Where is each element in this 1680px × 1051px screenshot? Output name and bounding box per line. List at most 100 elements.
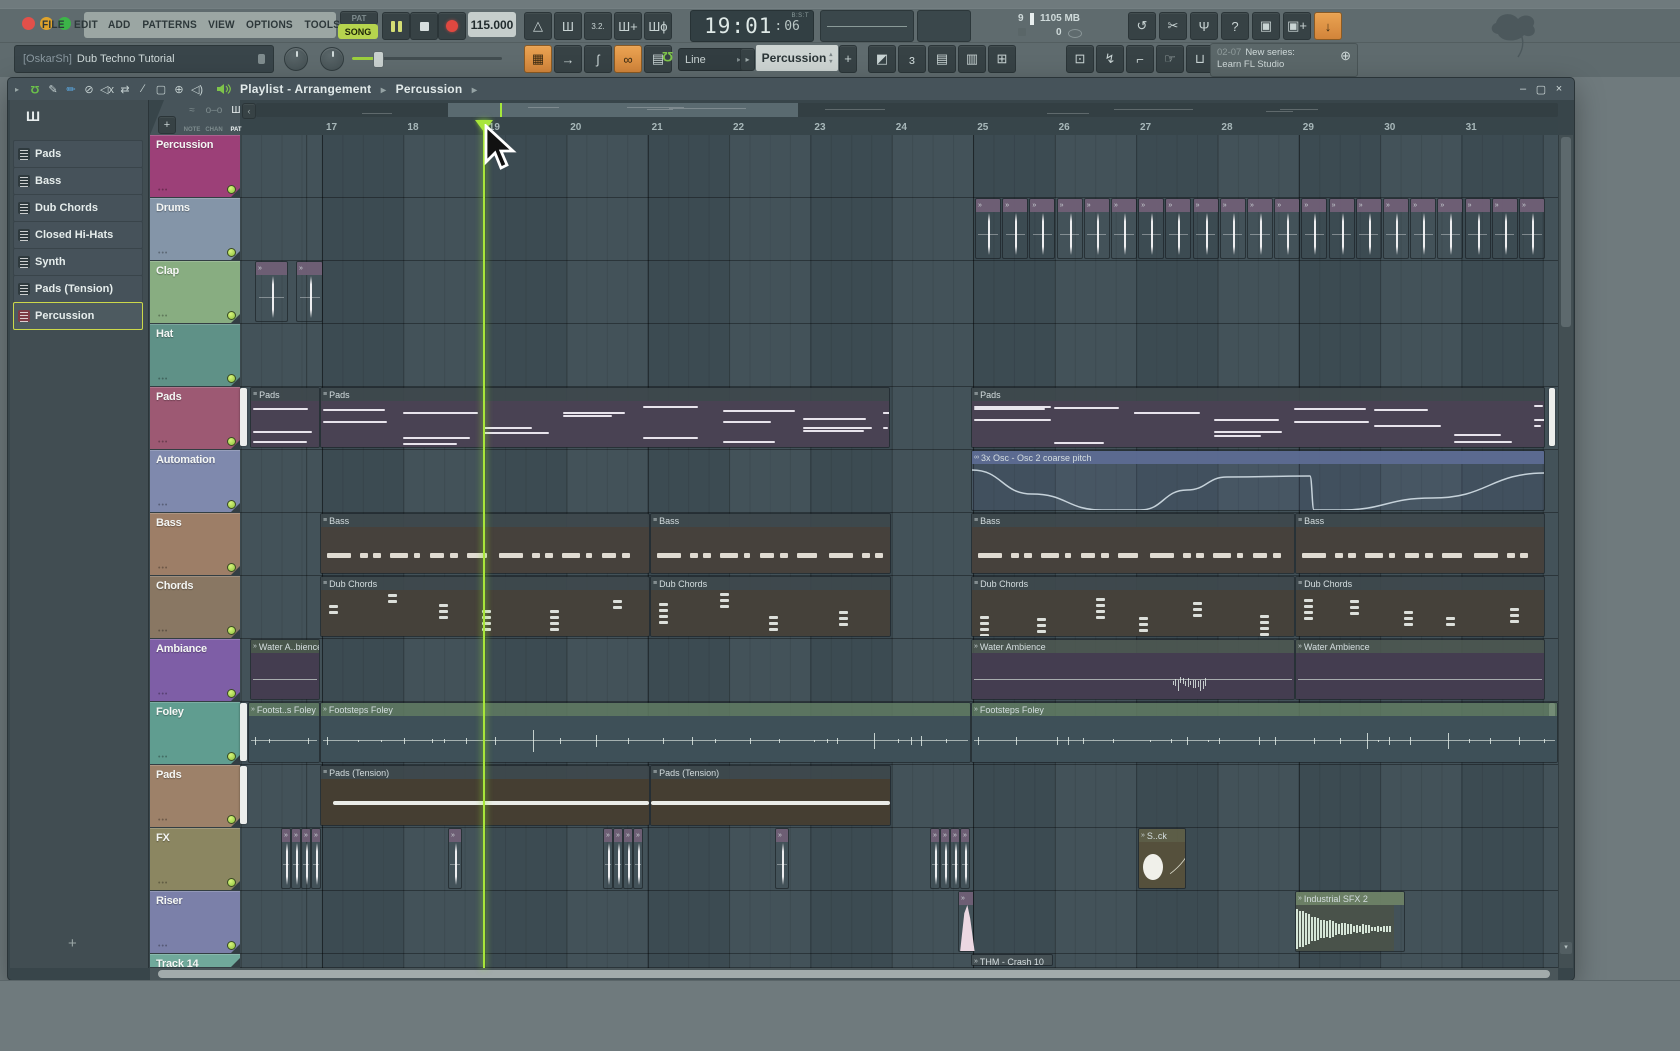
audio-clip[interactable]: » [296,261,323,322]
slice-icon[interactable]: ∕ [134,83,152,96]
retrospective-record-button[interactable]: Шϕ [644,12,672,40]
metronome-button[interactable]: △ [524,12,552,40]
audio-clip[interactable]: »Water Ambience [971,639,1295,700]
playlist-magnet-icon[interactable]: Ω [26,83,44,95]
pattern-clip[interactable]: ≡Bass [650,513,891,574]
menu-item-patterns[interactable]: PATTERNS [142,19,197,31]
pattern-selector[interactable]: Percussion ▴▾ [756,45,838,71]
pattern-list-item[interactable]: Percussion [13,302,143,330]
track-led[interactable] [227,941,236,950]
audio-clip[interactable]: » [1465,198,1491,259]
pattern-list-item[interactable]: Bass [13,167,143,195]
audio-clip[interactable]: » [1437,198,1463,259]
track-row-hat[interactable] [240,324,1558,387]
mixer-button[interactable]: ▥ [958,45,986,73]
audio-clip[interactable]: » [1029,198,1055,259]
pattern-clip[interactable]: ≡Pads [250,387,320,448]
wait-for-input-button[interactable]: Ш [554,12,582,40]
audio-clip[interactable]: » [1301,198,1327,259]
audio-clip[interactable]: » [623,828,633,889]
audio-clip[interactable]: »Industrial SFX 2 [1295,891,1405,952]
track-row-clap[interactable]: »» [240,261,1558,324]
step-sequencer-button[interactable]: ▦ [524,45,552,73]
audio-clip[interactable]: » [1002,198,1028,259]
audio-clip[interactable]: » [1111,198,1137,259]
audio-clip[interactable]: » [448,828,462,889]
tab-chan[interactable]: o–oCHAN [204,102,224,133]
track-row-pads[interactable]: ≡Pads≡Pads≡Pads [240,387,1558,450]
track-led[interactable] [227,815,236,824]
pattern-clip[interactable]: ≡Dub Chords [971,576,1295,637]
picker-piano-icon[interactable]: Ш [26,108,40,124]
audio-clip[interactable]: »Footst..s Foley [248,702,320,763]
track-led[interactable] [227,500,236,509]
pattern-clip[interactable]: ≡Pads (Tension) [320,765,650,826]
track-led[interactable] [227,437,236,446]
record-button[interactable] [438,12,466,40]
playlist-grid[interactable]: »»»»»»»»»»»»»»»»»»»»»»»≡Pads≡Pads≡Pads∞3… [240,135,1558,968]
add-view-button[interactable]: + [158,116,176,134]
pat-mode-button[interactable]: PAT [340,11,378,25]
track-led[interactable] [227,752,236,761]
shuffle-slider[interactable] [352,51,502,66]
pattern-list-item[interactable]: Closed Hi-Hats [13,221,143,249]
slip-icon[interactable]: ⇄ [116,83,134,96]
add-track-button[interactable]: + [68,935,77,952]
audio-clip[interactable]: » [301,828,311,889]
audio-clip[interactable]: » [1084,198,1110,259]
audio-clip[interactable]: » [950,828,960,889]
oscilloscope-panel[interactable] [820,10,914,42]
audio-clip[interactable]: » [613,828,623,889]
pattern-list-item[interactable]: Synth [13,248,143,276]
track-led[interactable] [227,185,236,194]
tab-pat[interactable]: ШPAT [226,102,246,133]
close-traffic-light[interactable] [22,17,35,30]
pattern-clip[interactable]: ≡Pads (Tension) [650,765,891,826]
pattern-list-item[interactable]: Pads (Tension) [13,275,143,303]
master-volume-knob[interactable] [284,47,308,71]
countdown-button[interactable]: 3.2. [584,12,612,40]
timeline-scrollbar[interactable] [256,103,1558,117]
menu-item-tools[interactable]: TOOLS [304,19,340,31]
hint-button[interactable]: ⌐ [1126,45,1154,73]
audio-clip[interactable]: » [1247,198,1273,259]
pause-button[interactable] [382,12,410,40]
window-close-button[interactable]: × [1550,83,1568,95]
track-row-track-14[interactable]: »THM - Crash 10 [240,954,1558,968]
delete-icon[interactable]: ⊘ [80,83,98,96]
save-button[interactable]: ▣ [1252,12,1280,40]
track-row-chords[interactable]: ≡Dub Chords≡Dub Chords≡Dub Chords≡Dub Ch… [240,576,1558,639]
track-row-pads[interactable]: ≡Pads (Tension)≡Pads (Tension) [240,765,1558,828]
audio-clip[interactable]: »Water A..bience [250,639,320,700]
track-led[interactable] [227,689,236,698]
audio-clip[interactable]: » [775,828,789,889]
song-mode-button[interactable]: SONG [338,24,378,39]
vertical-scrollbar[interactable]: ▾ [1558,135,1573,968]
pattern-clip[interactable]: ≡Bass [320,513,650,574]
link-button[interactable]: ∞ [614,45,642,73]
cut-button[interactable]: ✂ [1159,12,1187,40]
add-pattern-button[interactable]: + [839,45,857,73]
slider-handle[interactable] [373,51,384,68]
draw-icon[interactable]: ✎ [44,83,62,96]
audio-clip[interactable]: » [1193,198,1219,259]
pattern-clip[interactable]: ≡Dub Chords [320,576,650,637]
save-new-version-button[interactable]: ▣+ [1283,12,1311,40]
export-button[interactable]: ↓ [1314,12,1342,40]
pattern-clip[interactable]: ≡Pads [320,387,890,448]
pattern-nav-button[interactable]: ▸ [740,48,755,71]
tab-note[interactable]: ≈NOTE [182,102,202,133]
slide-notes-button[interactable]: ʃ [584,45,612,73]
track-row-automation[interactable]: ∞3x Osc - Osc 2 coarse pitch [240,450,1558,513]
track-row-drums[interactable]: »»»»»»»»»»»»»»»»»»»»» [240,198,1558,261]
hscroll-handle[interactable] [158,970,1550,978]
pattern-clip[interactable]: ≡Pads [971,387,1545,448]
collapse-arrow-icon[interactable]: ▸ [8,85,26,94]
audio-clip[interactable]: » [960,828,970,889]
audio-clip[interactable]: » [1165,198,1191,259]
audio-clip[interactable]: » [603,828,613,889]
audio-clip[interactable]: » [255,261,288,322]
master-pitch-knob[interactable] [320,47,344,71]
menu-item-view[interactable]: VIEW [208,19,235,31]
pattern-clip[interactable]: ≡Bass [971,513,1295,574]
